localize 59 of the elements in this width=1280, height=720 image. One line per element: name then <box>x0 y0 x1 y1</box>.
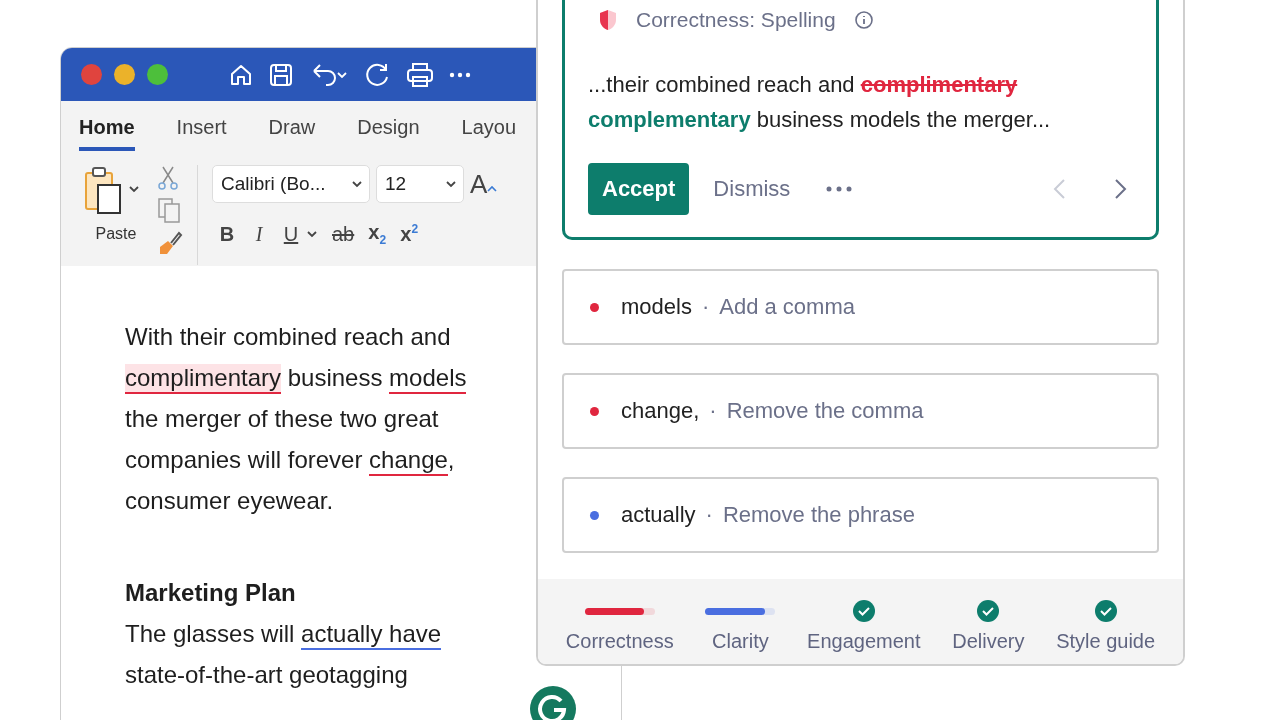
alert-hint: Remove the phrase <box>722 502 915 528</box>
separator: · <box>701 294 710 320</box>
document-heading: Marketing Plan <box>125 578 297 608</box>
app-logo-icon[interactable] <box>530 686 576 720</box>
more-icon[interactable] <box>826 186 853 192</box>
score-tab[interactable]: Engagement <box>807 630 921 653</box>
dismiss-button[interactable]: Dismiss <box>713 176 791 202</box>
ribbon-tab[interactable]: Insert <box>176 113 227 151</box>
bold-button[interactable]: B <box>218 222 236 246</box>
caret-up-icon <box>487 184 498 193</box>
alert-card[interactable]: models · Add a comma <box>562 269 1159 345</box>
score-meter <box>705 607 776 615</box>
alert-hint: Remove the comma <box>726 398 924 424</box>
alert-card[interactable]: actually · Remove the phrase <box>562 477 1159 553</box>
print-icon[interactable] <box>406 61 434 88</box>
paste-button[interactable]: Paste <box>95 225 137 243</box>
score-meter <box>584 607 655 615</box>
alert-word: models <box>621 294 692 320</box>
ribbon-tab[interactable]: Home <box>79 113 135 151</box>
check-icon <box>1094 600 1117 622</box>
superscript-button[interactable]: x$^{2}$ <box>400 222 419 246</box>
italic-button[interactable]: I <box>250 222 268 246</box>
font-size-dropdown[interactable]: 12 <box>376 165 464 203</box>
check-icon <box>977 600 1000 622</box>
score-tab[interactable]: Clarity <box>712 630 769 653</box>
accept-button[interactable]: Accept <box>588 163 690 215</box>
check-icon <box>852 600 875 622</box>
caret-icon <box>445 179 457 189</box>
maximize-button[interactable] <box>147 64 168 85</box>
caret-icon[interactable] <box>306 229 318 239</box>
more-icon[interactable] <box>449 71 471 78</box>
suggestion-title: Correctness: Spelling <box>636 8 836 32</box>
font-name-dropdown[interactable]: Calibri (Bo... <box>212 165 370 203</box>
alert-word: actually <box>621 502 696 528</box>
underline-button[interactable]: U <box>282 222 300 246</box>
paintbrush-icon[interactable] <box>157 229 183 255</box>
alert-hint: Add a comma <box>719 294 855 320</box>
info-icon[interactable] <box>853 10 874 30</box>
shield-icon <box>598 8 618 32</box>
ribbon-tab[interactable]: Design <box>357 113 420 151</box>
score-tab[interactable]: Style guide <box>1056 630 1156 653</box>
alert-word: change, <box>621 398 700 424</box>
score-tab[interactable]: Correctness <box>565 630 674 653</box>
grow-font-button[interactable]: A <box>470 168 498 200</box>
save-icon[interactable] <box>269 62 293 87</box>
separator: · <box>709 398 717 424</box>
ribbon-tab[interactable]: Draw <box>268 113 316 151</box>
chevron-right-icon <box>1114 178 1128 200</box>
suggestion-text: ...their combined reach and complimentary complementary business models the merger... <box>588 71 1052 134</box>
strikethrough-button[interactable]: ab <box>332 222 355 246</box>
score-tab[interactable]: Delivery <box>952 630 1025 653</box>
scissors-icon[interactable] <box>157 165 179 191</box>
chevron-left-icon <box>1052 178 1066 200</box>
ribbon-tab[interactable]: Layou <box>461 113 517 151</box>
minimize-button[interactable] <box>114 64 135 85</box>
alert-card[interactable]: change, · Remove the comma <box>562 373 1159 449</box>
separator: · <box>705 502 713 528</box>
caret-icon <box>351 179 363 189</box>
subscript-button[interactable]: x$_{2}$ <box>368 221 387 247</box>
